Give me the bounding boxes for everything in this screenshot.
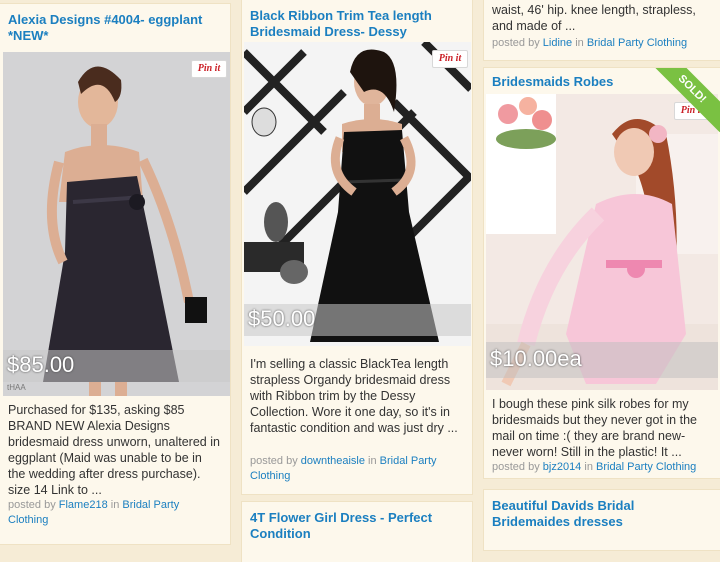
price-overlay: $10.00ea [486, 342, 718, 378]
listing-card[interactable]: Black Ribbon Trim Tea length Bridesmaid … [242, 0, 472, 494]
posted-by-label: posted by [250, 455, 298, 467]
listing-description: waist, 46' hip. knee length, strapless, … [492, 3, 696, 33]
in-label: in [584, 461, 593, 473]
listing-meta: posted by downtheaisle in Bridal Party C… [250, 454, 464, 484]
user-link[interactable]: downtheaisle [301, 455, 365, 467]
price-overlay: $50.00 [244, 304, 471, 336]
listing-description: I'm selling a classic BlackTea length st… [250, 357, 458, 435]
listing-price: $10.00ea [490, 346, 582, 371]
in-label: in [575, 37, 584, 49]
listing-title[interactable]: 4T Flower Girl Dress - Perfect Condition [250, 510, 464, 542]
watermark-logo: tHAA [7, 383, 26, 392]
listing-card[interactable]: 4T Flower Girl Dress - Perfect Condition [242, 502, 472, 562]
posted-by-label: posted by [492, 37, 540, 49]
in-label: in [110, 499, 120, 511]
dress-model-image [3, 52, 230, 396]
category-link[interactable]: Bridal Party Clothing [587, 37, 687, 49]
dress-model-image [244, 42, 471, 346]
listing-card[interactable]: waist, 46' hip. knee length, strapless, … [484, 0, 720, 60]
category-link[interactable]: Bridal Party Clothing [596, 461, 696, 473]
posted-by-label: posted by [8, 499, 56, 511]
user-link[interactable]: Flame218 [59, 499, 108, 511]
listing-photo[interactable]: Pin it $85.00 tHAA [3, 52, 230, 396]
listing-description: I bough these pink silk robes for my bri… [492, 397, 697, 459]
listing-card[interactable]: Alexia Designs #4004- eggplant *NEW* Pin… [0, 4, 230, 544]
user-link[interactable]: bjz2014 [543, 461, 582, 473]
listing-title[interactable]: Beautiful Davids Bridal Bridemaides dres… [492, 498, 712, 530]
listing-photo[interactable]: Pin it $10.00ea [486, 94, 718, 390]
listing-photo[interactable]: Pin it $50.00 [244, 42, 471, 346]
listing-price: $50.00 [248, 306, 316, 331]
price-overlay: $85.00 [3, 350, 230, 382]
pin-it-button[interactable]: Pin it [432, 50, 468, 68]
listing-title[interactable]: Alexia Designs #4004- eggplant *NEW* [8, 12, 222, 44]
in-label: in [368, 455, 377, 467]
listing-card[interactable]: Beautiful Davids Bridal Bridemaides dres… [484, 490, 720, 550]
user-link[interactable]: Lidine [543, 37, 572, 49]
listing-description: Purchased for $135, asking $85 BRAND NEW… [8, 403, 220, 497]
listing-meta: posted by Flame218 in Bridal Party Cloth… [8, 498, 222, 528]
posted-by-label: posted by [492, 461, 540, 473]
listing-price: $85.00 [7, 352, 75, 377]
listing-title[interactable]: Black Ribbon Trim Tea length Bridesmaid … [250, 8, 464, 40]
listing-meta: posted by bjz2014 in Bridal Party Clothi… [492, 460, 712, 475]
listing-card[interactable]: Bridesmaids Robes Pin it $10.00ea SOLD! … [484, 68, 720, 478]
pin-it-button[interactable]: Pin it [191, 60, 227, 78]
listing-meta: posted by Lidine in Bridal Party Clothin… [492, 36, 712, 51]
